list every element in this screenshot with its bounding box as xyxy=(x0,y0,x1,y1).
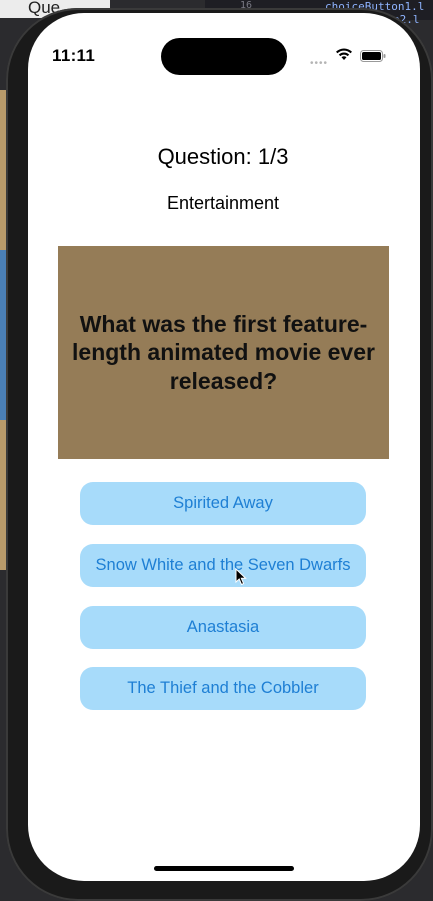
mouse-cursor-icon xyxy=(235,568,247,586)
signal-dots-icon: •••• xyxy=(310,58,329,69)
wifi-icon xyxy=(336,48,352,60)
question-counter: Question: 1/3 xyxy=(157,144,289,169)
choice-button-3[interactable]: Anastasia xyxy=(80,606,366,649)
choice-button-1[interactable]: Spirited Away xyxy=(80,482,366,525)
choice-button-4[interactable]: The Thief and the Cobbler xyxy=(80,667,366,710)
category-label: Entertainment xyxy=(166,193,280,213)
choice-button-2[interactable]: Snow White and the Seven Dwarfs xyxy=(80,544,366,587)
status-time: 11:11 xyxy=(52,46,96,65)
question-text: What was the first feature-length animat… xyxy=(72,311,375,394)
dynamic-island xyxy=(161,38,287,75)
battery-icon xyxy=(360,50,386,62)
home-indicator[interactable] xyxy=(154,866,294,871)
question-card: What was the first feature-length animat… xyxy=(58,246,389,459)
